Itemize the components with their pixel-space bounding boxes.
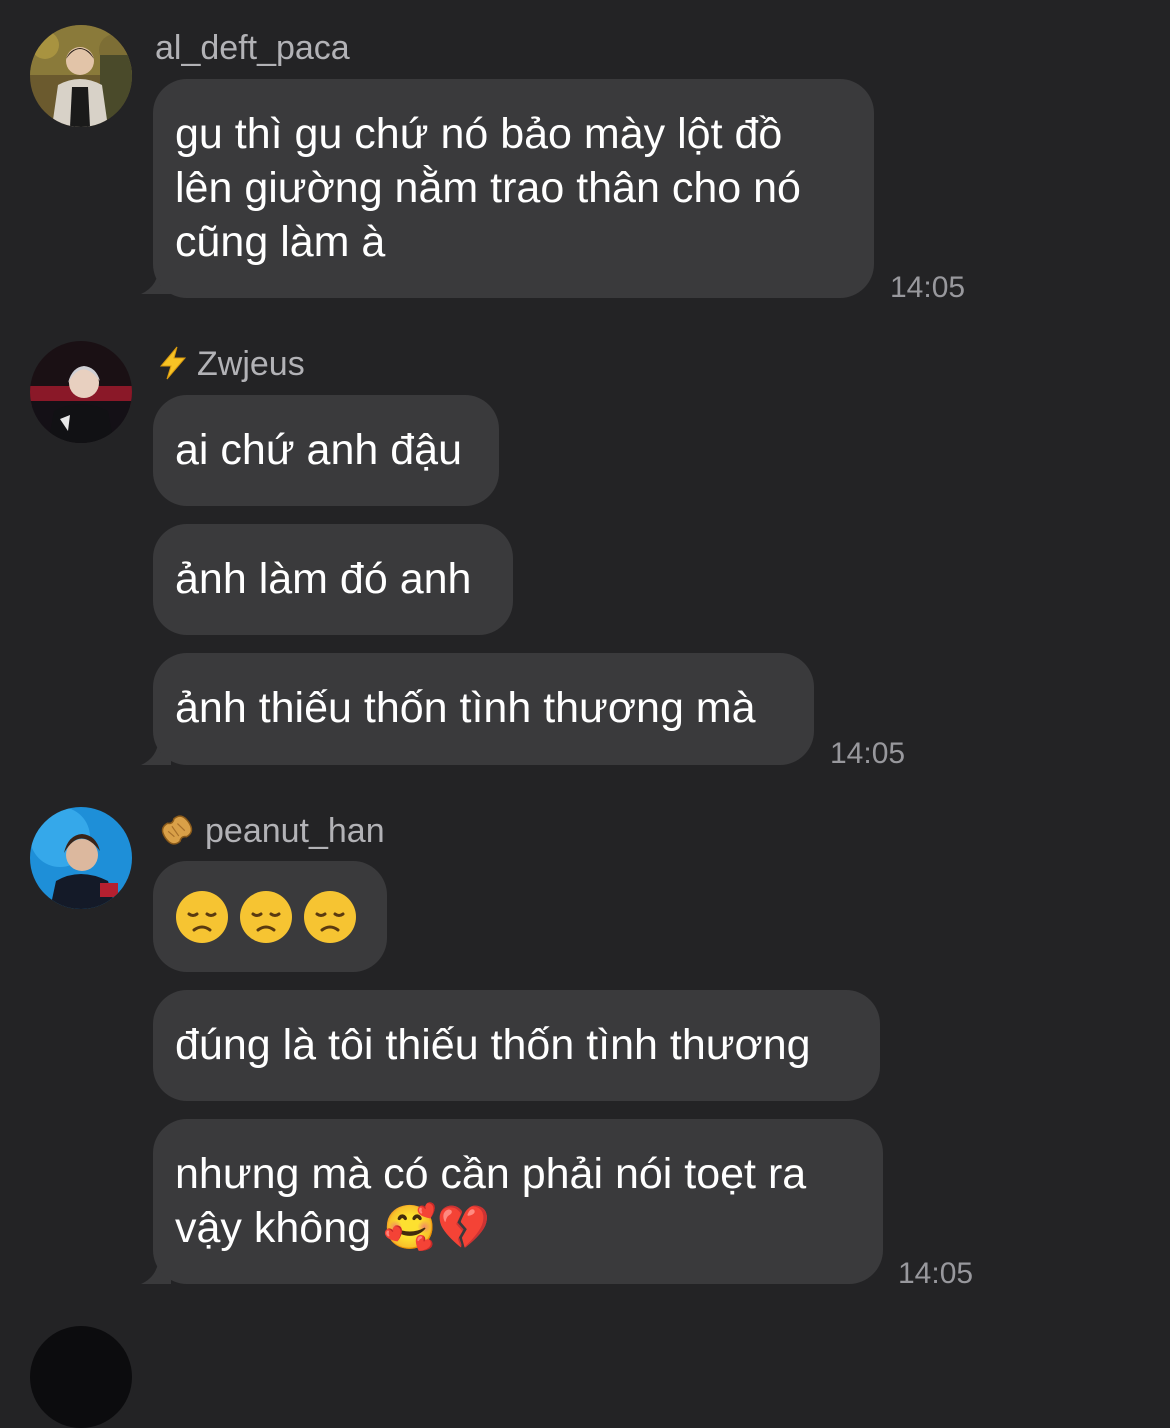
message-bubble[interactable]: đúng là tôi thiếu thốn tình thương xyxy=(153,990,880,1101)
message-bubble[interactable]: ảnh làm đó anh xyxy=(153,524,513,635)
avatar-al-deft-paca[interactable] xyxy=(30,25,132,127)
message-timestamp: 14:05 xyxy=(898,1257,974,1290)
message-text: ảnh làm đó anh xyxy=(175,555,472,603)
avatar-next-message[interactable] xyxy=(30,1326,132,1428)
peanut-icon xyxy=(155,810,199,851)
disappointed-face-icon xyxy=(176,891,228,943)
sender-name[interactable]: Zwjeus xyxy=(155,344,305,384)
lightning-icon xyxy=(155,344,191,384)
message-bubble[interactable]: ảnh thiếu thốn tình thương mà xyxy=(153,653,814,765)
message-text: ai chứ anh đậu xyxy=(175,426,462,474)
sender-name[interactable]: peanut_han xyxy=(155,810,385,851)
avatar-peanut-han[interactable] xyxy=(30,807,132,909)
message-text: ảnh thiếu thốn tình thương mà xyxy=(175,684,756,732)
message-text: đúng là tôi thiếu thốn tình thương xyxy=(175,1021,811,1069)
sender-name[interactable]: al_deft_paca xyxy=(155,28,350,68)
message-text: nhưng mà có cần phải nói toẹt ra vậy khô… xyxy=(175,1150,807,1252)
disappointed-face-icon xyxy=(240,891,292,943)
message-timestamp: 14:05 xyxy=(830,737,906,770)
emoji-row xyxy=(175,890,365,944)
disappointed-face-icon xyxy=(304,891,356,943)
message-bubble[interactable]: nhưng mà có cần phải nói toẹt ra vậy khô… xyxy=(153,1119,883,1284)
message-text: gu thì gu chứ nó bảo mày lột đồ lên giườ… xyxy=(175,110,801,266)
message-bubble[interactable] xyxy=(153,861,387,972)
avatar-zwjeus[interactable] xyxy=(30,341,132,443)
message-bubble[interactable]: ai chứ anh đậu xyxy=(153,395,499,506)
message-bubble[interactable]: gu thì gu chứ nó bảo mày lột đồ lên giườ… xyxy=(153,79,874,298)
message-timestamp: 14:05 xyxy=(890,271,966,304)
